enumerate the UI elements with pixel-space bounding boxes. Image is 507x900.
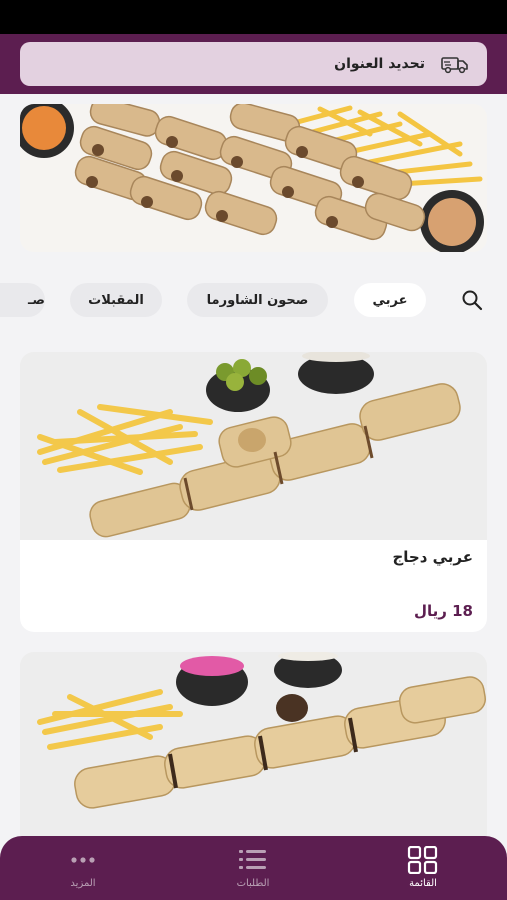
category-chip-label: عربي <box>372 292 408 308</box>
search-icon[interactable] <box>460 288 484 312</box>
menu-item-card[interactable] <box>20 652 487 852</box>
nav-label: القائمة <box>409 878 437 889</box>
promo-banner[interactable] <box>20 104 487 252</box>
nav-label: المزيد <box>70 878 96 889</box>
header: تحديد العنوان <box>0 34 507 94</box>
category-chip-shawarma-plates[interactable]: صحون الشاورما <box>187 283 328 317</box>
nav-item-more[interactable]: المزيد <box>23 836 143 900</box>
category-chip-arabi[interactable]: عربي <box>354 283 426 317</box>
nav-item-orders[interactable]: الطلبات <box>193 836 313 900</box>
bottom-navigation: القائمة الطلبات المزيد <box>0 836 507 900</box>
menu-item-name: عربي دجاج <box>392 548 473 566</box>
nav-label: الطلبات <box>236 878 270 889</box>
menu-item-price: 18 ريال <box>413 602 473 620</box>
category-chip-label: المقبلات <box>88 292 144 308</box>
list-icon <box>239 850 266 869</box>
shawarma-platter-image <box>20 104 487 252</box>
address-selector-button[interactable]: تحديد العنوان <box>20 42 487 86</box>
category-chip-appetizers[interactable]: المقبلات <box>70 283 162 317</box>
grid-icon <box>407 846 438 874</box>
category-chip-label: صحون الشاورما <box>206 292 309 308</box>
menu-item-image <box>20 652 487 840</box>
menu-item-image <box>20 352 487 540</box>
address-label: تحديد العنوان <box>334 56 425 72</box>
more-icon <box>71 857 95 863</box>
nav-item-menu[interactable]: القائمة <box>363 836 483 900</box>
category-chip-label: صـ <box>27 292 45 308</box>
category-chip-partial[interactable]: صـ <box>0 283 45 317</box>
category-bar: عربي صحون الشاورما المقبلات صـ <box>0 280 507 320</box>
status-bar <box>0 0 507 34</box>
delivery-truck-icon <box>441 57 468 74</box>
menu-item-card[interactable]: عربي دجاج 18 ريال <box>20 352 487 632</box>
